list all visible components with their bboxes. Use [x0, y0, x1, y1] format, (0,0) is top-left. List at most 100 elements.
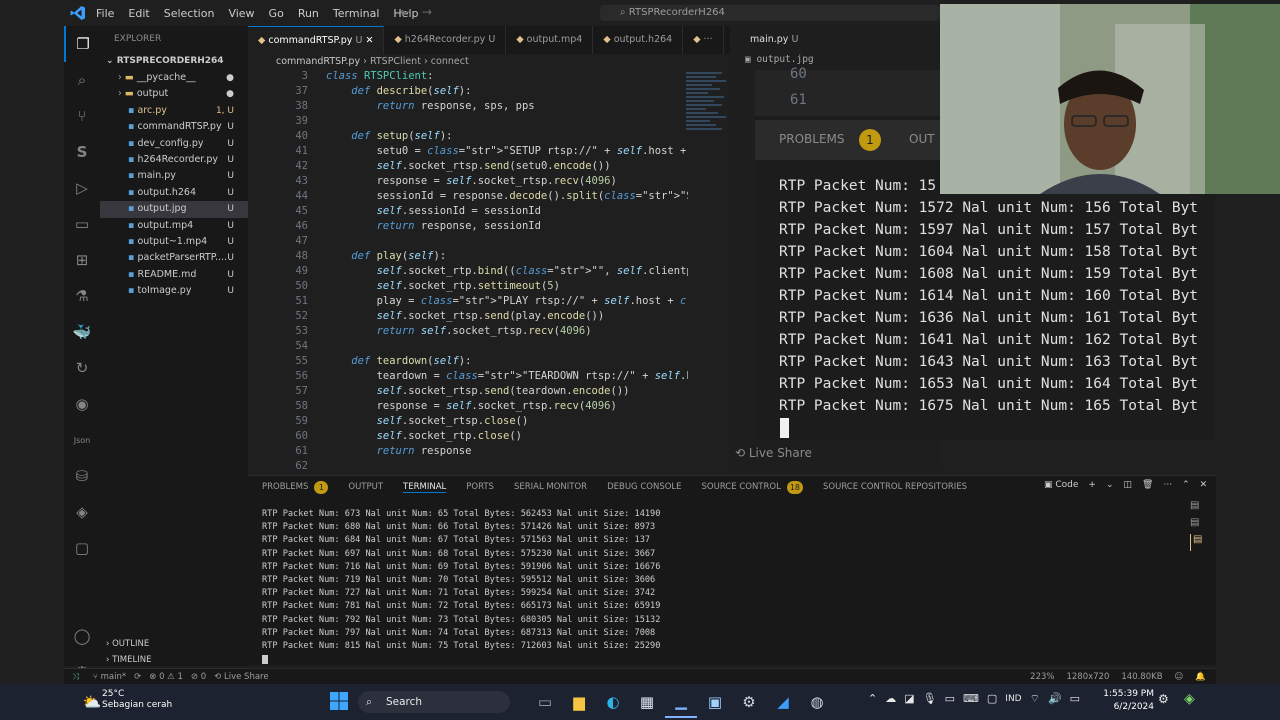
panel-tab-output[interactable]: OUTPUT	[348, 482, 383, 492]
project-root[interactable]: ⌄ RTSPRECORDERH264	[100, 52, 248, 70]
remote-explorer-icon[interactable]: ▭	[64, 206, 100, 242]
panel-tab-serial-monitor[interactable]: SERIAL MONITOR	[514, 482, 587, 492]
layers-icon[interactable]: ◈	[64, 494, 100, 530]
terminal-shell-selector[interactable]: ▣ Code	[1044, 480, 1078, 490]
new-terminal-icon[interactable]: +	[1088, 480, 1096, 490]
menu-terminal[interactable]: Terminal	[333, 7, 380, 20]
display-icon[interactable]: ▢	[987, 692, 997, 706]
folder-item[interactable]: › ▬ output ●	[100, 86, 248, 102]
file-item[interactable]: ▪ toImage.py U	[100, 283, 248, 299]
file-item[interactable]: ▪ output~1.mp4 U	[100, 234, 248, 250]
maximize-panel-icon[interactable]: ⌃	[1182, 480, 1190, 490]
menu-edit[interactable]: Edit	[128, 7, 149, 20]
extension-s-icon[interactable]: S	[64, 134, 100, 170]
minimap[interactable]	[686, 70, 730, 160]
notification-center-icon[interactable]: ⚙	[1158, 692, 1169, 706]
store-icon[interactable]: ▦	[631, 686, 663, 718]
file-item[interactable]: ▪ output.jpg U	[100, 201, 248, 218]
sync-icon[interactable]: ⟳	[134, 672, 141, 682]
file-item[interactable]: ▪ README.md U	[100, 267, 248, 283]
json-icon[interactable]: Json	[64, 422, 100, 458]
command-center[interactable]: ⌕ RTSPRecorderH264	[600, 5, 940, 21]
panel-tab-ports[interactable]: PORTS	[466, 482, 494, 492]
testing-icon[interactable]: ⚗	[64, 278, 100, 314]
editor-tab[interactable]: ◆ ···	[683, 26, 724, 54]
tab-main-py[interactable]: main.py U	[740, 26, 808, 54]
nav-back-icon[interactable]: ←	[400, 5, 410, 19]
editor-tab[interactable]: ◆ h264Recorder.py U	[384, 26, 507, 54]
extensions-icon[interactable]: ⊞	[64, 242, 100, 278]
language-indicator[interactable]: IND	[1005, 692, 1021, 706]
keyboard-icon[interactable]: ⌨	[963, 692, 979, 706]
tray-app-icon[interactable]: ◪	[904, 692, 914, 706]
file-explorer-icon[interactable]: ▆	[563, 686, 595, 718]
wifi-icon[interactable]: ⌔	[1030, 692, 1040, 706]
copilot-icon[interactable]: ◉	[64, 386, 100, 422]
terminal-instance-icon[interactable]: ▤	[1190, 517, 1210, 534]
file-item[interactable]: ▪ h264Recorder.py U	[100, 152, 248, 168]
camera-icon[interactable]: ▭	[945, 692, 955, 706]
ports-indicator[interactable]: ⊘ 0	[191, 672, 206, 682]
taskbar-search[interactable]: ⌕ Search	[358, 691, 510, 713]
breadcrumb-class[interactable]: RTSPClient	[370, 56, 421, 67]
close-icon[interactable]: ✕	[365, 35, 373, 46]
account-icon[interactable]: ◯	[64, 618, 100, 654]
run-debug-icon[interactable]: ▷	[64, 170, 100, 206]
chat-icon[interactable]: ▢	[64, 530, 100, 566]
notifications-icon[interactable]: 🔔	[1195, 672, 1206, 682]
editor-tab[interactable]: ◆ output.mp4	[506, 26, 594, 54]
battery-icon[interactable]: ▭	[1070, 692, 1080, 706]
image-viewer-icon[interactable]: ▣	[699, 686, 731, 718]
task-view-icon[interactable]: ▭	[529, 686, 561, 718]
zoom-level[interactable]: 223%	[1030, 672, 1054, 682]
chevron-down-icon[interactable]: ⌄	[1106, 480, 1114, 490]
folder-item[interactable]: › ▬ __pycache__ ●	[100, 70, 248, 86]
panel-tab-problems[interactable]: PROBLEMS 1	[262, 480, 329, 494]
problems-indicator[interactable]: ⊗ 0 ⚠ 1	[149, 672, 183, 682]
breadcrumb-method[interactable]: connect	[431, 56, 469, 67]
live-share-icon[interactable]: ↻	[64, 350, 100, 386]
panel-tab-terminal[interactable]: TERMINAL	[403, 482, 447, 493]
more-actions-icon[interactable]: ···	[1163, 480, 1172, 490]
explorer-icon[interactable]: ❐	[64, 26, 100, 62]
file-item[interactable]: ▪ dev_config.py U	[100, 136, 248, 152]
file-item[interactable]: ▪ output.h264 U	[100, 185, 248, 201]
panel-tab-source-control[interactable]: SOURCE CONTROL 18	[702, 480, 804, 494]
windows-start-icon[interactable]	[328, 690, 350, 712]
source-control-icon[interactable]: ⑂	[64, 98, 100, 134]
settings-app-icon[interactable]: ⚙	[733, 686, 765, 718]
image-breadcrumb[interactable]: ▣ output.jpg	[745, 54, 814, 65]
code-editor[interactable]: 3 class RTSPClient: 37 def describe(self):…	[248, 70, 688, 470]
menu-view[interactable]: View	[228, 7, 254, 20]
docker-icon[interactable]: 🐳	[64, 314, 100, 350]
split-terminal-icon[interactable]: ◫	[1124, 480, 1133, 490]
terminal-output[interactable]: RTP Packet Num: 673 Nal unit Num: 65 Tot…	[262, 508, 660, 653]
feedback-icon[interactable]: ☺	[1175, 672, 1184, 682]
close-panel-icon[interactable]: ✕	[1200, 480, 1208, 490]
file-item[interactable]: ▪ commandRTSP.py U	[100, 119, 248, 135]
onedrive-icon[interactable]: ☁	[885, 692, 896, 706]
edge-browser-icon[interactable]: ◐	[597, 686, 629, 718]
timeline-header[interactable]: › TIMELINE	[100, 652, 248, 668]
editor-tab[interactable]: ◆ output.h264	[593, 26, 684, 54]
weather-widget[interactable]: 25°C Sebagian cerah	[102, 689, 172, 711]
microphone-icon[interactable]: 🎙	[923, 692, 937, 706]
menu-go[interactable]: Go	[269, 7, 284, 20]
outline-header[interactable]: › OUTLINE	[100, 636, 248, 652]
editor-tab[interactable]: ◆ commandRTSP.py U ✕	[248, 26, 385, 54]
file-item[interactable]: ▪ main.py U	[100, 168, 248, 184]
menu-run[interactable]: Run	[298, 7, 319, 20]
file-item[interactable]: ▪ arc.py 1, U	[100, 103, 248, 119]
terminal-instance-icon[interactable]: ▤	[1190, 500, 1210, 517]
volume-icon[interactable]: 🔊	[1048, 692, 1062, 706]
taskbar-clock[interactable]: 1:55:39 PM 6/2/2024	[1098, 688, 1154, 714]
search-icon[interactable]: ⌕	[64, 62, 100, 98]
taskbar-app-active-icon[interactable]: ▁	[665, 686, 697, 718]
panel-tab-source-control-repositories[interactable]: SOURCE CONTROL REPOSITORIES	[823, 482, 967, 492]
panel-tab-debug-console[interactable]: DEBUG CONSOLE	[607, 482, 681, 492]
database-icon[interactable]: ⛁	[64, 458, 100, 494]
branch-indicator[interactable]: ⑂ main*	[93, 672, 126, 682]
copilot-taskbar-icon[interactable]: ◈	[1184, 691, 1195, 707]
remote-icon[interactable]: ⤨	[72, 672, 79, 682]
tray-overflow-icon[interactable]: ⌃	[868, 692, 877, 706]
